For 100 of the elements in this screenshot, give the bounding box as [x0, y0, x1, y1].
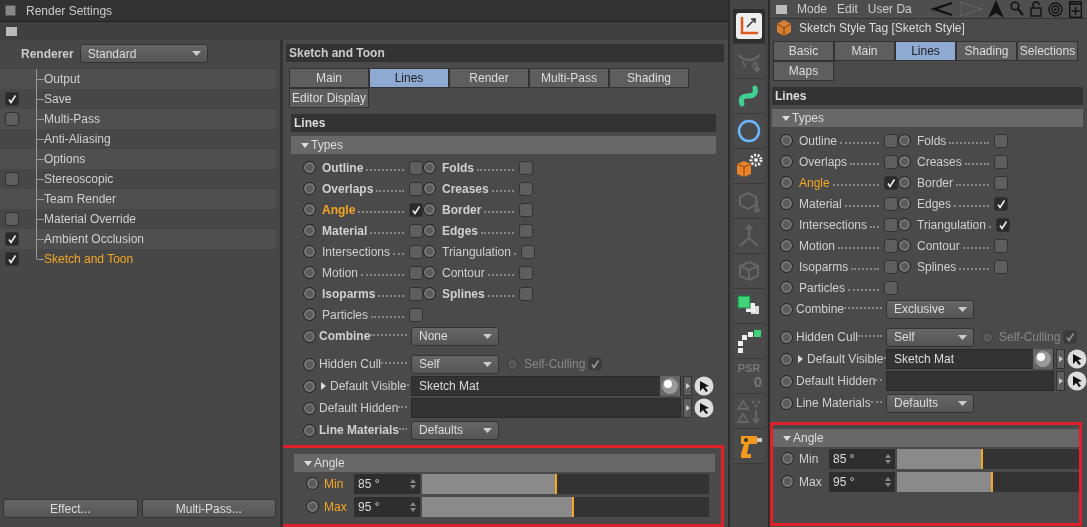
slider-track[interactable] [897, 448, 1079, 469]
keyframe-icon[interactable] [303, 203, 316, 216]
collapse-arrow-icon[interactable] [301, 142, 309, 148]
lock-icon[interactable] [1029, 1, 1042, 17]
group-header[interactable]: Angle [773, 429, 1079, 447]
dropdown[interactable]: Self [886, 327, 974, 347]
keyframe-icon[interactable] [780, 176, 793, 189]
link-field[interactable]: Sketch Mat [411, 376, 681, 396]
search-icon[interactable] [1009, 1, 1024, 17]
checkbox[interactable] [519, 160, 533, 175]
keyframe-icon[interactable] [898, 155, 911, 168]
checkbox[interactable] [5, 172, 19, 186]
tree-item[interactable]: Material Override [43, 212, 137, 226]
checkbox[interactable] [519, 265, 533, 280]
tree-item[interactable]: Anti-Aliasing [43, 132, 111, 146]
group-header[interactable]: Types [772, 109, 1083, 127]
tab[interactable]: Editor Display [289, 88, 369, 108]
tab[interactable]: Render [449, 68, 529, 88]
checkbox[interactable] [519, 181, 533, 196]
keyframe-icon[interactable] [898, 134, 911, 147]
checkbox[interactable] [409, 286, 423, 301]
keyframe-icon[interactable] [780, 239, 793, 252]
checkbox[interactable] [884, 217, 898, 232]
cube-gear-icon[interactable] [733, 149, 765, 184]
keyframe-icon[interactable] [780, 155, 793, 168]
checkbox[interactable] [884, 280, 898, 295]
expand-arrow-icon[interactable] [798, 355, 803, 363]
keyframe-icon[interactable] [303, 357, 316, 371]
up-arrow-icon[interactable] [987, 0, 1004, 18]
checkbox[interactable] [884, 154, 898, 169]
checkbox[interactable] [994, 133, 1008, 148]
dropdown[interactable]: Exclusive [886, 299, 974, 319]
dropdown[interactable]: Defaults [886, 393, 974, 413]
checkbox[interactable] [409, 202, 423, 217]
checkbox[interactable] [884, 259, 898, 274]
checkbox[interactable] [884, 238, 898, 253]
renderer-dropdown[interactable]: Standard [79, 44, 208, 63]
checkbox[interactable] [5, 212, 19, 226]
collapse-arrow-icon[interactable] [782, 115, 790, 121]
checkbox[interactable] [409, 307, 423, 322]
keyframe-icon[interactable] [781, 452, 794, 465]
slider-fill[interactable] [422, 473, 558, 494]
dropdown[interactable]: Self [411, 354, 499, 374]
keyframe-icon[interactable] [781, 475, 794, 488]
keyframe-icon[interactable] [780, 281, 793, 294]
keyframe-icon[interactable] [780, 302, 793, 316]
checkbox[interactable] [994, 196, 1008, 211]
group-header[interactable]: Types [291, 136, 716, 154]
checkbox[interactable] [5, 232, 19, 246]
tab[interactable]: Selections [1017, 41, 1078, 61]
cube-trail-icon[interactable] [733, 324, 765, 359]
keyframe-icon[interactable] [423, 203, 436, 216]
keyframe-icon[interactable] [303, 379, 316, 393]
menu-item[interactable]: Edit [837, 2, 858, 16]
tab[interactable]: Main [289, 68, 369, 88]
tree-item[interactable]: Stereoscopic [43, 172, 114, 186]
slider-fill[interactable] [422, 496, 574, 517]
link-menu-button[interactable] [683, 376, 692, 396]
link-field[interactable] [411, 398, 681, 418]
checkbox[interactable] [884, 196, 898, 211]
checkbox[interactable] [409, 223, 423, 238]
keyframe-icon[interactable] [780, 330, 793, 344]
tab[interactable]: Maps [773, 61, 834, 81]
checkbox[interactable] [994, 154, 1008, 169]
checkbox[interactable] [409, 160, 423, 175]
slider-track[interactable] [422, 473, 709, 494]
tab[interactable]: Lines [369, 68, 449, 88]
keyframe-icon[interactable] [780, 396, 793, 410]
keyframe-icon[interactable] [780, 134, 793, 147]
checkbox[interactable] [994, 259, 1008, 274]
keyframe-icon[interactable] [780, 260, 793, 273]
collapse-arrow-icon[interactable] [783, 435, 791, 441]
checkbox[interactable] [5, 92, 19, 106]
keyframe-icon[interactable] [303, 287, 316, 300]
menu-item[interactable]: User Da [867, 2, 912, 16]
back-arrow-icon[interactable] [929, 1, 954, 17]
cloner-icon[interactable] [733, 289, 765, 324]
keyframe-icon[interactable] [303, 182, 316, 195]
spline-icon[interactable] [733, 79, 765, 114]
tab[interactable]: Shading [609, 68, 689, 88]
checkbox[interactable] [409, 244, 423, 259]
slider-fill[interactable] [897, 471, 994, 492]
keyframe-icon[interactable] [780, 218, 793, 231]
keyframe-icon[interactable] [780, 352, 793, 366]
group-header[interactable]: Angle [294, 454, 715, 472]
keyframe-icon[interactable] [303, 266, 316, 279]
pick-cursor-icon[interactable] [1067, 371, 1087, 391]
menu-item[interactable]: Mode [797, 2, 828, 16]
pick-cursor-icon[interactable] [694, 376, 714, 396]
keyframe-icon[interactable] [303, 224, 316, 237]
keyframe-icon[interactable] [423, 182, 436, 195]
keyframe-icon[interactable] [423, 245, 436, 258]
checkbox[interactable] [409, 181, 423, 196]
number-field[interactable]: 95 ° [829, 471, 895, 492]
keyframe-icon[interactable] [303, 423, 316, 437]
checkbox[interactable] [409, 265, 423, 280]
target-icon[interactable] [1047, 1, 1063, 17]
link-field[interactable]: Sketch Mat [886, 349, 1054, 369]
checkbox[interactable] [520, 244, 535, 259]
keyframe-icon[interactable] [898, 239, 911, 252]
